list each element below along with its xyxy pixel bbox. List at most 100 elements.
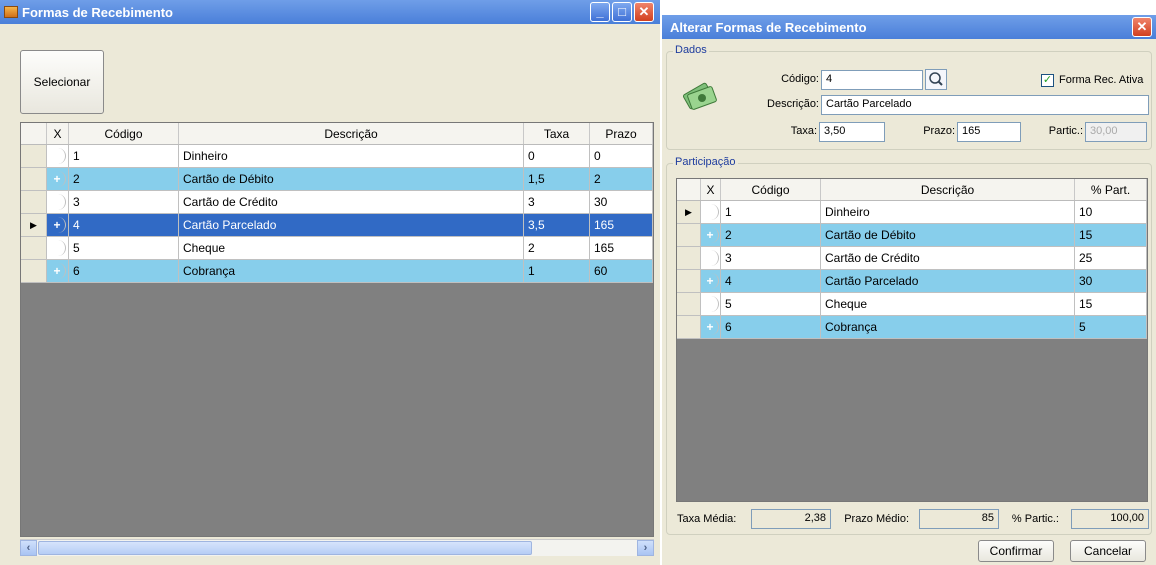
expand-cell[interactable]: + — [47, 168, 69, 190]
col-x[interactable]: X — [47, 123, 69, 144]
row-header[interactable] — [677, 316, 701, 338]
plus-circle-icon[interactable]: + — [49, 148, 66, 164]
expand-cell[interactable]: + — [47, 214, 69, 236]
table-row[interactable]: ▶ +4 Cartão Parcelado 3,5 165 — [21, 214, 653, 237]
plus-circle-icon[interactable]: + — [49, 217, 66, 233]
descricao-cell[interactable]: Dinheiro — [821, 201, 1075, 223]
col-descricao[interactable]: Descrição — [179, 123, 524, 144]
plus-circle-icon[interactable]: + — [702, 250, 719, 266]
table-row[interactable]: +3 Cartão de Crédito 25 — [677, 247, 1147, 270]
codigo-field[interactable]: 4 — [821, 70, 923, 90]
plus-circle-icon[interactable]: + — [702, 296, 719, 312]
scroll-left-icon[interactable]: ‹ — [20, 540, 37, 556]
plus-circle-icon[interactable]: + — [702, 273, 719, 289]
part-cell[interactable]: 15 — [1075, 224, 1147, 246]
descricao-cell[interactable]: Cartão Parcelado — [179, 214, 524, 236]
expand-cell[interactable]: + — [47, 237, 69, 259]
table-row[interactable]: +6 Cobrança 5 — [677, 316, 1147, 339]
descricao-cell[interactable]: Cartão de Débito — [179, 168, 524, 190]
horizontal-scrollbar[interactable]: ‹ › — [20, 539, 654, 556]
table-row[interactable]: ▶ +1 Dinheiro 10 — [677, 201, 1147, 224]
part-cell[interactable]: 5 — [1075, 316, 1147, 338]
scroll-thumb[interactable] — [38, 541, 532, 555]
expand-cell[interactable]: + — [47, 191, 69, 213]
plus-circle-icon[interactable]: + — [49, 263, 66, 279]
descricao-cell[interactable]: Cheque — [179, 237, 524, 259]
cancelar-button[interactable]: Cancelar — [1070, 540, 1146, 562]
taxa-cell[interactable]: 1 — [524, 260, 590, 282]
codigo-cell[interactable]: 5 — [721, 293, 821, 315]
descricao-cell[interactable]: Cartão de Débito — [821, 224, 1075, 246]
row-header[interactable]: ▶ — [21, 214, 47, 236]
descricao-cell[interactable]: Cartão de Crédito — [821, 247, 1075, 269]
col-prazo[interactable]: Prazo — [590, 123, 653, 144]
part-cell[interactable]: 30 — [1075, 270, 1147, 292]
row-header[interactable] — [21, 237, 47, 259]
expand-cell[interactable]: + — [47, 145, 69, 167]
plus-circle-icon[interactable]: + — [49, 171, 66, 187]
codigo-cell[interactable]: 6 — [69, 260, 179, 282]
expand-cell[interactable]: + — [701, 316, 721, 338]
table-row[interactable]: +5 Cheque 2 165 — [21, 237, 653, 260]
codigo-cell[interactable]: 5 — [69, 237, 179, 259]
codigo-cell[interactable]: 4 — [69, 214, 179, 236]
col-descricao[interactable]: Descrição — [821, 179, 1075, 200]
taxa-cell[interactable]: 0 — [524, 145, 590, 167]
descricao-cell[interactable]: Dinheiro — [179, 145, 524, 167]
confirmar-button[interactable]: Confirmar — [978, 540, 1054, 562]
expand-cell[interactable]: + — [701, 293, 721, 315]
col-codigo[interactable]: Código — [69, 123, 179, 144]
expand-cell[interactable]: + — [701, 224, 721, 246]
expand-cell[interactable]: + — [701, 201, 721, 223]
descricao-cell[interactable]: Cartão Parcelado — [821, 270, 1075, 292]
prazo-cell[interactable]: 30 — [590, 191, 653, 213]
table-row[interactable]: +4 Cartão Parcelado 30 — [677, 270, 1147, 293]
expand-cell[interactable]: + — [47, 260, 69, 282]
table-row[interactable]: +1 Dinheiro 0 0 — [21, 145, 653, 168]
codigo-cell[interactable]: 2 — [721, 224, 821, 246]
prazo-cell[interactable]: 0 — [590, 145, 653, 167]
close-icon[interactable]: ✕ — [1132, 17, 1152, 37]
selecionar-button[interactable]: Selecionar — [20, 50, 104, 114]
table-row[interactable]: +5 Cheque 15 — [677, 293, 1147, 316]
row-header[interactable] — [21, 260, 47, 282]
codigo-cell[interactable]: 1 — [721, 201, 821, 223]
col-x[interactable]: X — [701, 179, 721, 200]
row-header[interactable] — [21, 191, 47, 213]
row-header[interactable] — [21, 145, 47, 167]
prazo-field[interactable]: 165 — [957, 122, 1021, 142]
descricao-cell[interactable]: Cobrança — [821, 316, 1075, 338]
plus-circle-icon[interactable]: + — [49, 240, 66, 256]
row-header[interactable] — [677, 224, 701, 246]
search-icon[interactable] — [925, 69, 947, 90]
row-header[interactable] — [21, 168, 47, 190]
table-row[interactable]: +2 Cartão de Débito 15 — [677, 224, 1147, 247]
scroll-right-icon[interactable]: › — [637, 540, 654, 556]
part-cell[interactable]: 15 — [1075, 293, 1147, 315]
table-row[interactable]: +3 Cartão de Crédito 3 30 — [21, 191, 653, 214]
prazo-cell[interactable]: 2 — [590, 168, 653, 190]
codigo-cell[interactable]: 6 — [721, 316, 821, 338]
minimize-icon[interactable]: _ — [590, 2, 610, 22]
codigo-cell[interactable]: 4 — [721, 270, 821, 292]
descricao-cell[interactable]: Cobrança — [179, 260, 524, 282]
taxa-cell[interactable]: 3,5 — [524, 214, 590, 236]
plus-circle-icon[interactable]: + — [49, 194, 66, 210]
plus-circle-icon[interactable]: + — [702, 204, 719, 220]
close-icon[interactable]: ✕ — [634, 2, 654, 22]
plus-circle-icon[interactable]: + — [702, 227, 719, 243]
expand-cell[interactable]: + — [701, 270, 721, 292]
prazo-cell[interactable]: 165 — [590, 237, 653, 259]
taxa-cell[interactable]: 1,5 — [524, 168, 590, 190]
forma-ativa-checkbox[interactable]: ✓ — [1041, 74, 1054, 87]
table-row[interactable]: +2 Cartão de Débito 1,5 2 — [21, 168, 653, 191]
part-cell[interactable]: 10 — [1075, 201, 1147, 223]
taxa-cell[interactable]: 3 — [524, 191, 590, 213]
descricao-field[interactable]: Cartão Parcelado — [821, 95, 1149, 115]
prazo-cell[interactable]: 60 — [590, 260, 653, 282]
row-header[interactable] — [677, 293, 701, 315]
taxa-cell[interactable]: 2 — [524, 237, 590, 259]
part-cell[interactable]: 25 — [1075, 247, 1147, 269]
row-header[interactable] — [677, 247, 701, 269]
col-codigo[interactable]: Código — [721, 179, 821, 200]
